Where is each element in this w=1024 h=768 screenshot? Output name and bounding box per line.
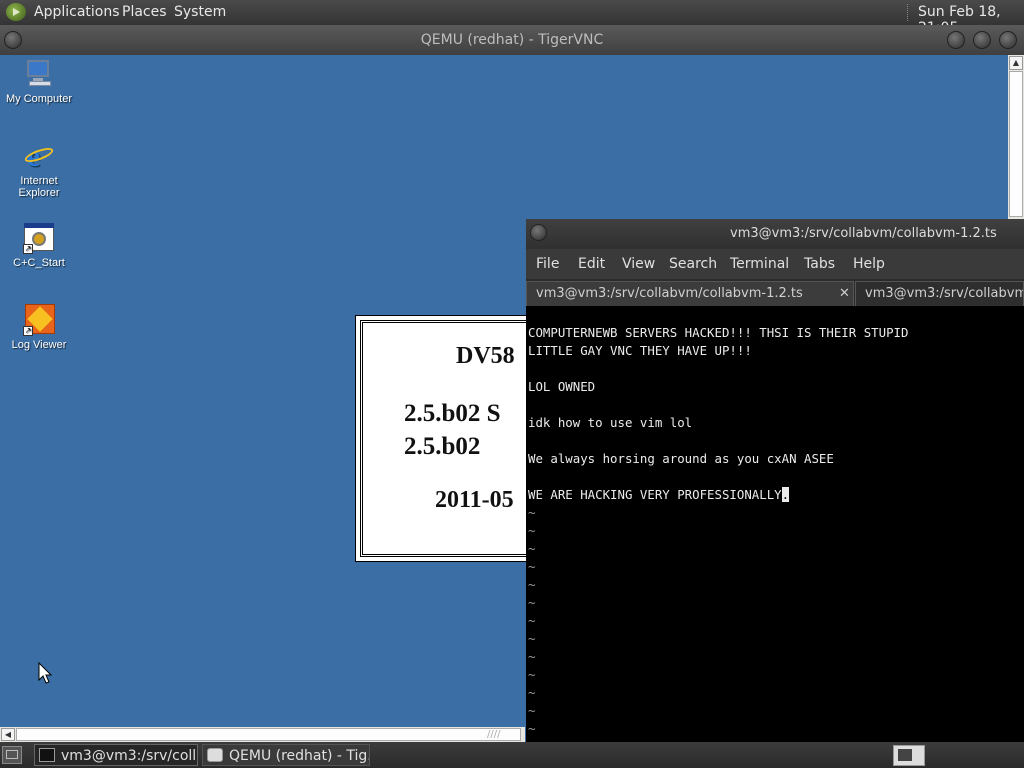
maximize-icon[interactable] bbox=[973, 31, 991, 49]
tab-label: vm3@vm3:/srv/collabvm/c bbox=[865, 286, 1024, 301]
terminal-line-cursor: WE ARE HACKING VERY PROFESSIONALLY. bbox=[528, 486, 1024, 504]
vim-tilde-line: ~ bbox=[528, 649, 536, 664]
terminal-tab-bar: vm3@vm3:/srv/collabvm/collabvm-1.2.ts ✕ … bbox=[526, 279, 1024, 306]
panel-separator bbox=[907, 4, 909, 21]
vim-tilde-line: ~ bbox=[528, 685, 536, 700]
mouse-pointer-icon bbox=[38, 662, 53, 684]
terminal-line: COMPUTERNEWB SERVERS HACKED!!! THSI IS T… bbox=[528, 325, 909, 340]
vim-tilde-line: ~ bbox=[528, 667, 536, 682]
vim-tilde-line: ~ bbox=[528, 505, 536, 520]
vertical-scroll-thumb[interactable] bbox=[1009, 71, 1023, 217]
workspace-switcher[interactable] bbox=[893, 745, 925, 766]
text-cursor: . bbox=[781, 487, 790, 502]
terminal-titlebar[interactable]: vm3@vm3:/srv/collabvm/collabvm-1.2.ts bbox=[526, 219, 1024, 249]
my-computer-label: My Computer bbox=[5, 93, 73, 105]
tab-active[interactable]: vm3@vm3:/srv/collabvm/collabvm-1.2.ts ✕ bbox=[526, 281, 854, 306]
horizontal-scroll-thumb[interactable] bbox=[16, 728, 521, 741]
tab-inactive[interactable]: vm3@vm3:/srv/collabvm/c bbox=[855, 281, 1024, 306]
workspace-thumb-icon bbox=[898, 749, 912, 761]
menu-help[interactable]: Help bbox=[853, 256, 885, 272]
menu-search[interactable]: Search bbox=[669, 256, 717, 272]
terminal-window-menu-icon[interactable] bbox=[530, 224, 547, 241]
vnc-viewer-icon bbox=[207, 748, 223, 762]
terminal-body[interactable]: COMPUTERNEWB SERVERS HACKED!!! THSI IS T… bbox=[526, 306, 1024, 742]
window-menu-icon[interactable] bbox=[4, 31, 22, 49]
internet-explorer-label: Internet Explorer bbox=[18, 175, 60, 199]
terminal-menubar: File Edit View Search Terminal Tabs Help bbox=[526, 249, 1024, 279]
top-panel: Applications Places System Sun Feb 18, 2… bbox=[0, 0, 1024, 36]
internet-explorer-icon: e bbox=[23, 140, 55, 172]
vim-tilde-line: ~ bbox=[528, 721, 536, 736]
vim-tilde-line: ~ bbox=[528, 577, 536, 592]
task-terminal[interactable]: vm3@vm3:/srv/coll... bbox=[34, 744, 198, 766]
vnc-window-titlebar[interactable]: QEMU (redhat) - TigerVNC bbox=[0, 25, 1024, 55]
terminal-title: vm3@vm3:/srv/collabvm/collabvm-1.2.ts bbox=[730, 226, 997, 241]
task-terminal-label: vm3@vm3:/srv/coll... bbox=[61, 748, 198, 764]
tab-close-icon[interactable]: ✕ bbox=[839, 282, 850, 306]
c-c-start-label: C+C_Start bbox=[13, 257, 65, 269]
vim-tilde-line: ~ bbox=[528, 559, 536, 574]
vim-tilde-line: ~ bbox=[528, 595, 536, 610]
system-menu[interactable]: System bbox=[174, 4, 226, 20]
task-vnc-label: QEMU (redhat) - Tig... bbox=[229, 748, 370, 764]
desktop-icon-log-viewer[interactable]: ↗ Log Viewer bbox=[0, 304, 78, 351]
menu-tabs[interactable]: Tabs bbox=[804, 256, 835, 272]
bottom-panel: vm3@vm3:/srv/coll... QEMU (redhat) - Tig… bbox=[0, 742, 1024, 768]
applications-menu[interactable]: Applications bbox=[34, 4, 120, 20]
vim-tilde-line: ~ bbox=[528, 541, 536, 556]
log-viewer-label: Log Viewer bbox=[11, 339, 67, 351]
terminal-line: We always horsing around as you cxAN ASE… bbox=[528, 451, 834, 466]
task-vnc[interactable]: QEMU (redhat) - Tig... bbox=[202, 744, 370, 766]
vim-tilde-line: ~ bbox=[528, 523, 536, 538]
terminal-line: LITTLE GAY VNC THEY HAVE UP!!! bbox=[528, 343, 752, 358]
scroll-up-icon[interactable]: ▲ bbox=[1009, 56, 1023, 70]
menu-file[interactable]: File bbox=[536, 256, 559, 272]
dialog-version-2: 2.5.b02 bbox=[404, 433, 481, 460]
dialog-version-1: 2.5.b02 S bbox=[404, 400, 501, 427]
terminal-line: LOL OWNED bbox=[528, 379, 596, 394]
menu-edit[interactable]: Edit bbox=[578, 256, 605, 272]
c-c-start-icon: ↗ bbox=[23, 222, 55, 254]
resize-grip-icon[interactable]: //// bbox=[487, 729, 500, 740]
minimize-icon[interactable] bbox=[947, 31, 965, 49]
vim-tilde-line: ~ bbox=[528, 631, 536, 646]
menu-terminal[interactable]: Terminal bbox=[730, 256, 789, 272]
log-viewer-icon: ↗ bbox=[23, 304, 55, 336]
vim-tilde-line: ~ bbox=[528, 703, 536, 718]
vim-tilde-line: ~ bbox=[528, 613, 536, 628]
desktop-icon-c-c-start[interactable]: ↗ C+C_Start bbox=[0, 222, 78, 269]
dialog-title: DV58 bbox=[456, 343, 515, 369]
terminal-line: idk how to use vim lol bbox=[528, 415, 693, 430]
places-menu[interactable]: Places bbox=[122, 4, 167, 20]
vim-empty-lines: ~ ~ ~ ~ ~ ~ ~ ~ ~ ~ ~ ~ ~ bbox=[528, 504, 1024, 738]
close-icon[interactable] bbox=[999, 31, 1017, 49]
terminal-icon bbox=[39, 748, 55, 762]
dialog-date: 2011-05 bbox=[435, 487, 514, 513]
show-desktop-icon[interactable] bbox=[2, 746, 22, 764]
horizontal-scrollbar[interactable]: ◀ //// bbox=[0, 727, 525, 742]
desktop-icon-internet-explorer[interactable]: e Internet Explorer bbox=[0, 140, 78, 200]
version-dialog: DV58 2.5.b02 S 2.5.b02 2011-05 bbox=[355, 315, 555, 562]
tab-label: vm3@vm3:/srv/collabvm/collabvm-1.2.ts bbox=[536, 286, 803, 301]
my-computer-icon bbox=[23, 58, 55, 90]
terminal-line: WE ARE HACKING VERY PROFESSIONALLY bbox=[528, 487, 782, 502]
menu-view[interactable]: View bbox=[622, 256, 655, 272]
desktop-icon-my-computer[interactable]: My Computer bbox=[0, 58, 78, 105]
terminal-window[interactable]: vm3@vm3:/srv/collabvm/collabvm-1.2.ts Fi… bbox=[526, 219, 1024, 742]
vnc-window-title: QEMU (redhat) - TigerVNC bbox=[420, 32, 604, 48]
gnome-menu-icon[interactable] bbox=[6, 3, 26, 21]
scroll-left-icon[interactable]: ◀ bbox=[1, 728, 15, 741]
